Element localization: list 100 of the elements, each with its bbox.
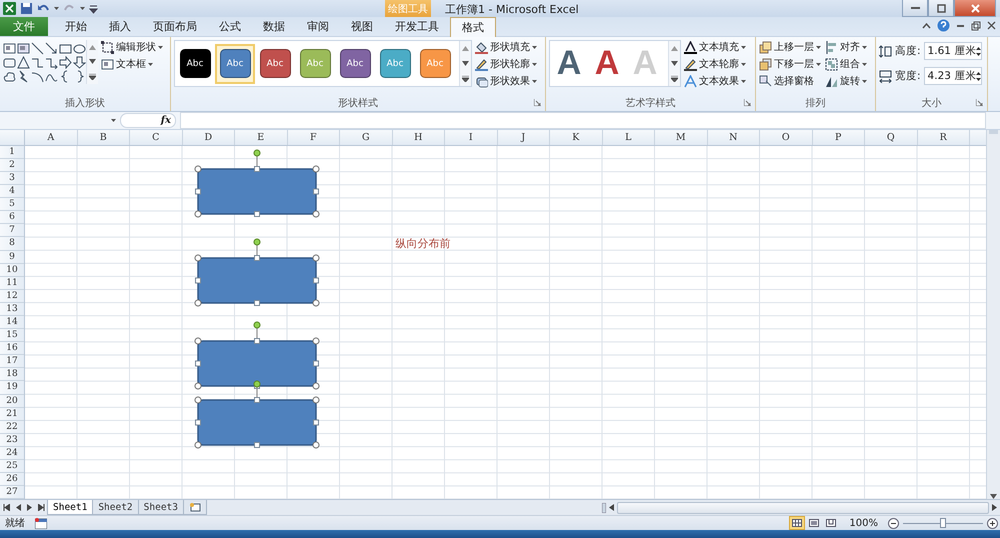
sheet-tab[interactable]: Sheet1 (47, 500, 94, 515)
zoom-level[interactable]: 100% (849, 518, 878, 529)
dialog-launcher-icon[interactable] (976, 98, 983, 106)
row-header[interactable]: 7 (0, 224, 24, 238)
ribbon-command[interactable]: 文本轮廓 (684, 57, 746, 72)
column-header[interactable]: I (445, 130, 498, 145)
minimize-button[interactable] (902, 0, 928, 17)
size-field[interactable]: 1.61 厘米 (924, 42, 982, 60)
column-header[interactable]: A (25, 130, 78, 145)
column-header[interactable]: G (340, 130, 392, 145)
insert-sheet-tab[interactable] (182, 500, 207, 515)
ribbon-command[interactable]: 文本框 (101, 57, 163, 72)
ribbon-command[interactable]: 形状轮廓 (475, 57, 537, 72)
vertical-scrollbar[interactable] (986, 130, 1000, 500)
row-header[interactable]: 15 (0, 329, 24, 342)
column-header[interactable]: F (288, 130, 340, 145)
row-header[interactable]: 16 (0, 342, 24, 356)
row-header[interactable]: 18 (0, 368, 24, 382)
file-tab[interactable]: 文件 (0, 17, 48, 36)
row-header[interactable]: 9 (0, 250, 24, 264)
row-header[interactable]: 6 (0, 211, 24, 224)
zoom-slider-thumb[interactable] (940, 518, 946, 528)
ribbon-command[interactable]: 编辑形状 (101, 40, 163, 54)
row-header[interactable]: 20 (0, 394, 24, 408)
column-header[interactable]: J (498, 130, 550, 145)
shape-style-swatch[interactable]: Abc (215, 44, 255, 84)
row-header[interactable]: 24 (0, 446, 24, 460)
selection-handles[interactable] (194, 321, 320, 390)
ribbon-tab[interactable]: 页面布局 (142, 17, 208, 36)
dialog-launcher-icon[interactable] (744, 98, 751, 106)
rounded-rectangle[interactable] (197, 399, 317, 446)
ribbon-command[interactable]: 文本填充 (684, 40, 746, 54)
row-header[interactable]: 2 (0, 158, 24, 172)
ribbon-command[interactable]: 文本效果 (684, 74, 746, 88)
ribbon-command[interactable]: 选择窗格 (759, 74, 821, 88)
row-header[interactable]: 4 (0, 185, 24, 198)
row-header[interactable]: 10 (0, 264, 24, 277)
row-header[interactable]: 25 (0, 460, 24, 474)
dialog-launcher-icon[interactable] (534, 98, 541, 106)
ribbon-tab[interactable]: 审阅 (296, 17, 340, 36)
wordart-style[interactable]: A (550, 44, 588, 84)
sheet-tab[interactable]: Sheet2 (92, 500, 139, 515)
ribbon-command[interactable]: 形状效果 (475, 74, 537, 88)
rounded-rectangle[interactable] (197, 340, 317, 387)
row-header[interactable]: 5 (0, 198, 24, 212)
insert-function-button[interactable]: fx (120, 112, 176, 128)
row-header[interactable]: 17 (0, 355, 24, 368)
row-header[interactable]: 21 (0, 408, 24, 421)
row-header[interactable]: 23 (0, 434, 24, 447)
row-header[interactable]: 22 (0, 420, 24, 434)
selection-handles[interactable] (194, 238, 320, 306)
ribbon-command[interactable]: 旋转 (825, 74, 867, 88)
row-header[interactable]: 19 (0, 381, 24, 395)
selection-handles[interactable] (194, 380, 320, 448)
ribbon-tab[interactable]: 插入 (98, 17, 142, 36)
row-header[interactable]: 14 (0, 316, 24, 330)
horizontal-scrollbar[interactable] (617, 502, 989, 514)
group-label: 插入形状 (65, 98, 105, 109)
ribbon-command[interactable]: 组合 (825, 57, 867, 72)
ribbon-command[interactable]: 形状填充 (475, 40, 537, 54)
column-header[interactable]: O (760, 130, 812, 145)
column-header[interactable]: Q (865, 130, 918, 145)
column-header[interactable]: H (392, 130, 445, 145)
ribbon-command[interactable]: 对齐 (825, 40, 867, 54)
close-button[interactable] (954, 0, 996, 17)
column-header[interactable]: P (812, 130, 865, 145)
column-header[interactable]: N (708, 130, 760, 145)
column-header[interactable]: C (130, 130, 182, 145)
row-header[interactable]: 3 (0, 172, 24, 186)
rounded-rectangle[interactable] (197, 257, 317, 304)
row-header[interactable]: 13 (0, 302, 24, 316)
size-field[interactable]: 4.23 厘米 (924, 67, 982, 86)
ribbon-tab[interactable]: 公式 (208, 17, 252, 36)
ribbon-command[interactable]: 下移一层 (759, 57, 821, 72)
row-header[interactable]: 26 (0, 473, 24, 486)
wordart-style[interactable]: A (588, 44, 626, 84)
column-header[interactable]: M (655, 130, 708, 145)
row-header[interactable]: 11 (0, 276, 24, 290)
row-header[interactable]: 8 (0, 237, 24, 251)
column-header[interactable]: L (602, 130, 655, 145)
column-header[interactable]: K (550, 130, 602, 145)
column-header[interactable]: R (918, 130, 970, 145)
effects-icon (475, 74, 488, 88)
ribbon-tab[interactable]: 数据 (252, 17, 296, 36)
row-header[interactable]: 12 (0, 290, 24, 303)
maximize-button[interactable] (928, 0, 954, 17)
selection-handles[interactable] (194, 149, 320, 218)
column-header[interactable]: D (182, 130, 235, 145)
column-header[interactable]: E (235, 130, 288, 145)
ribbon-tab[interactable]: 开发工具 (384, 17, 450, 36)
view-button[interactable] (789, 516, 806, 530)
ribbon-tab[interactable]: 开始 (54, 17, 98, 36)
ribbon-command[interactable]: 上移一层 (759, 40, 821, 54)
ribbon-tab[interactable]: 视图 (340, 17, 384, 36)
row-header[interactable]: 1 (0, 146, 24, 159)
ribbon-tab[interactable]: 格式 (450, 17, 496, 38)
formula-field[interactable] (180, 112, 986, 129)
column-header[interactable]: B (78, 130, 130, 145)
rounded-rectangle[interactable] (197, 168, 317, 215)
sheet-tab[interactable]: Sheet3 (138, 500, 184, 515)
